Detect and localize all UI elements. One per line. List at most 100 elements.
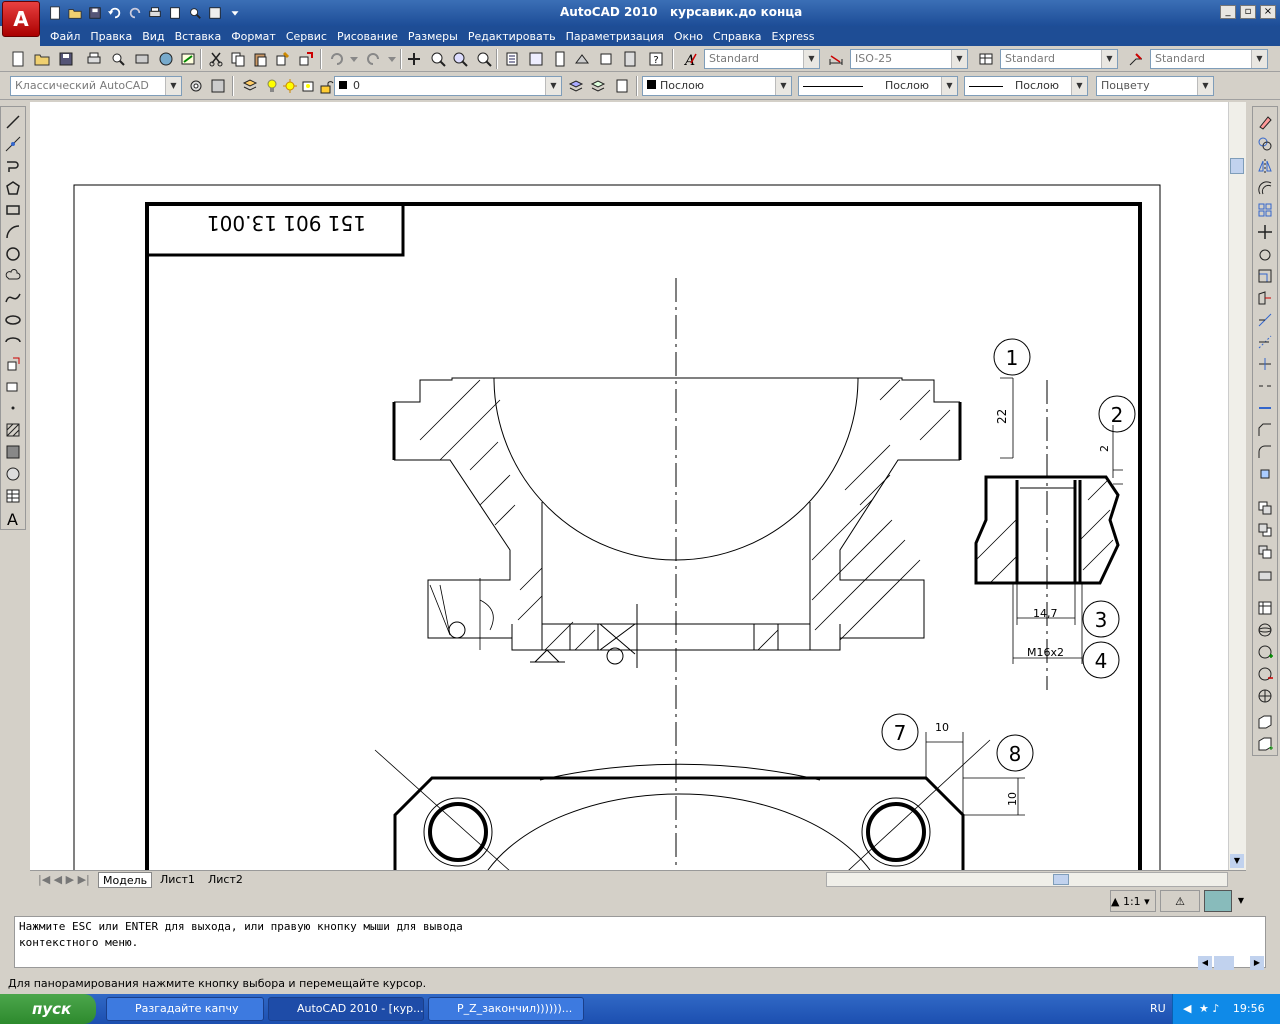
plot-preview-icon[interactable] (108, 49, 128, 69)
undo-icon[interactable] (326, 49, 346, 69)
globe-icon[interactable] (1256, 687, 1274, 705)
rotate-icon[interactable] (1256, 245, 1274, 263)
extend-icon[interactable] (1256, 333, 1274, 351)
polygon-icon[interactable] (4, 179, 22, 197)
redo-icon[interactable] (126, 4, 144, 22)
draworder-above-icon[interactable] (1256, 543, 1274, 561)
text-style-icon[interactable]: A (680, 49, 700, 69)
menu-help[interactable]: Справка (713, 30, 771, 43)
workspace-save-icon[interactable] (208, 76, 228, 96)
tab-layout2[interactable]: Лист2 (204, 872, 247, 888)
plot-icon[interactable] (84, 49, 104, 69)
globe-remove-icon[interactable] (1256, 665, 1274, 683)
menu-modify[interactable]: Редактировать (468, 30, 566, 43)
draworder-under-icon[interactable] (1256, 565, 1274, 583)
workspace-icon[interactable] (206, 4, 224, 22)
linetype-combo[interactable]: Послою ▼ (798, 76, 958, 96)
3d-dwf-icon[interactable] (156, 49, 176, 69)
tray-arrow-icon[interactable]: ◀ (1183, 1002, 1191, 1015)
quickcalc-icon[interactable] (620, 49, 640, 69)
text-style-combo[interactable]: Standard ▼ (704, 49, 820, 69)
help-icon[interactable]: ? (646, 49, 666, 69)
box-icon[interactable] (1256, 713, 1274, 731)
undo-list-icon[interactable] (344, 49, 364, 69)
menu-express[interactable]: Express (772, 30, 825, 43)
cmd-scroll-left-icon[interactable]: ◀ (1198, 956, 1212, 970)
qa-dropdown-icon[interactable] (226, 4, 244, 22)
layer-thaw-icon[interactable] (280, 76, 300, 96)
copy-object-icon[interactable] (1256, 135, 1274, 153)
break-point-icon[interactable] (1256, 355, 1274, 373)
menu-dimension[interactable]: Размеры (408, 30, 468, 43)
layer-previous-icon[interactable] (588, 76, 608, 96)
view-icon[interactable] (1256, 599, 1274, 617)
menu-tools[interactable]: Сервис (286, 30, 337, 43)
layer-on-icon[interactable] (262, 76, 282, 96)
spline-icon[interactable] (4, 289, 22, 307)
xline-icon[interactable] (4, 135, 22, 153)
move-icon[interactable] (1256, 223, 1274, 241)
pan-icon[interactable] (404, 49, 424, 69)
arc-icon[interactable] (4, 223, 22, 241)
join-icon[interactable] (1256, 399, 1274, 417)
chamfer-icon[interactable] (1256, 421, 1274, 439)
layer-combo[interactable]: 0 ▼ (334, 76, 562, 96)
undo-icon[interactable] (106, 4, 124, 22)
markup-icon[interactable] (596, 49, 616, 69)
line-icon[interactable] (4, 113, 22, 131)
dim-style-combo[interactable]: ISO-25 ▼ (850, 49, 968, 69)
tray-sound-icon[interactable]: ♪ (1212, 1002, 1219, 1015)
scale-icon[interactable] (1256, 267, 1274, 285)
circle-icon[interactable] (4, 245, 22, 263)
menu-edit[interactable]: Правка (90, 30, 142, 43)
publish-icon[interactable] (166, 4, 184, 22)
rectangle-icon[interactable] (4, 201, 22, 219)
stretch-icon[interactable] (1256, 289, 1274, 307)
zoom-window-icon[interactable] (450, 49, 470, 69)
table-style-combo[interactable]: Standard ▼ (1000, 49, 1118, 69)
point-icon[interactable] (4, 399, 22, 417)
menu-draw[interactable]: Рисование (337, 30, 408, 43)
insert-block-icon[interactable] (4, 355, 22, 373)
restore-icon[interactable]: ▫ (1240, 5, 1256, 19)
layer-unlock-icon[interactable] (316, 76, 336, 96)
app-menu-button[interactable]: A (2, 1, 40, 37)
drawing-canvas[interactable]: 151 901 13.001 1 2 3 4 7 8 22 2 14,7 М16… (30, 102, 1228, 870)
match-prop-icon[interactable] (272, 49, 292, 69)
scroll-down-icon[interactable]: ▼ (1230, 854, 1244, 868)
mtext-icon[interactable]: A (4, 509, 22, 527)
layer-viewport-icon[interactable] (298, 76, 318, 96)
menu-view[interactable]: Вид (142, 30, 174, 43)
tab-layout1[interactable]: Лист1 (156, 872, 199, 888)
revcloud-icon[interactable] (4, 267, 22, 285)
publish-icon[interactable] (132, 49, 152, 69)
command-window[interactable]: Нажмите ESC или ENTER для выхода, или пр… (14, 916, 1266, 968)
open-icon[interactable] (32, 49, 52, 69)
mleader-style-combo[interactable]: Standard ▼ (1150, 49, 1268, 69)
task-word[interactable]: P_Z_закончил))))))... (428, 997, 584, 1021)
redo-icon[interactable] (364, 49, 384, 69)
workspace-settings-icon[interactable] (186, 76, 206, 96)
zoom-previous-icon[interactable] (474, 49, 494, 69)
erase-icon[interactable] (1256, 113, 1274, 131)
block-editor-icon[interactable] (296, 49, 316, 69)
annotation-scale[interactable]: ▲ 1:1 ▾ (1110, 890, 1156, 912)
mirror-icon[interactable] (1256, 157, 1274, 175)
menu-parametric[interactable]: Параметризация (566, 30, 674, 43)
orbit-icon[interactable] (1256, 621, 1274, 639)
language-indicator[interactable]: RU (1150, 994, 1166, 1024)
array-icon[interactable] (1256, 201, 1274, 219)
color-combo[interactable]: Послою ▼ (642, 76, 792, 96)
fillet-icon[interactable] (1256, 443, 1274, 461)
annotation-visibility-icon[interactable]: ⚠ (1160, 890, 1200, 912)
new-icon[interactable] (46, 4, 64, 22)
hscroll-thumb[interactable] (1053, 874, 1069, 885)
sheet-set-icon[interactable] (572, 49, 592, 69)
hatch-icon[interactable] (4, 421, 22, 439)
globe-add-icon[interactable] (1256, 643, 1274, 661)
preview-icon[interactable] (186, 4, 204, 22)
copy-icon[interactable] (228, 49, 248, 69)
dim-style-icon[interactable] (826, 49, 846, 69)
etransmit-icon[interactable] (178, 49, 198, 69)
draworder-front-icon[interactable] (1256, 499, 1274, 517)
